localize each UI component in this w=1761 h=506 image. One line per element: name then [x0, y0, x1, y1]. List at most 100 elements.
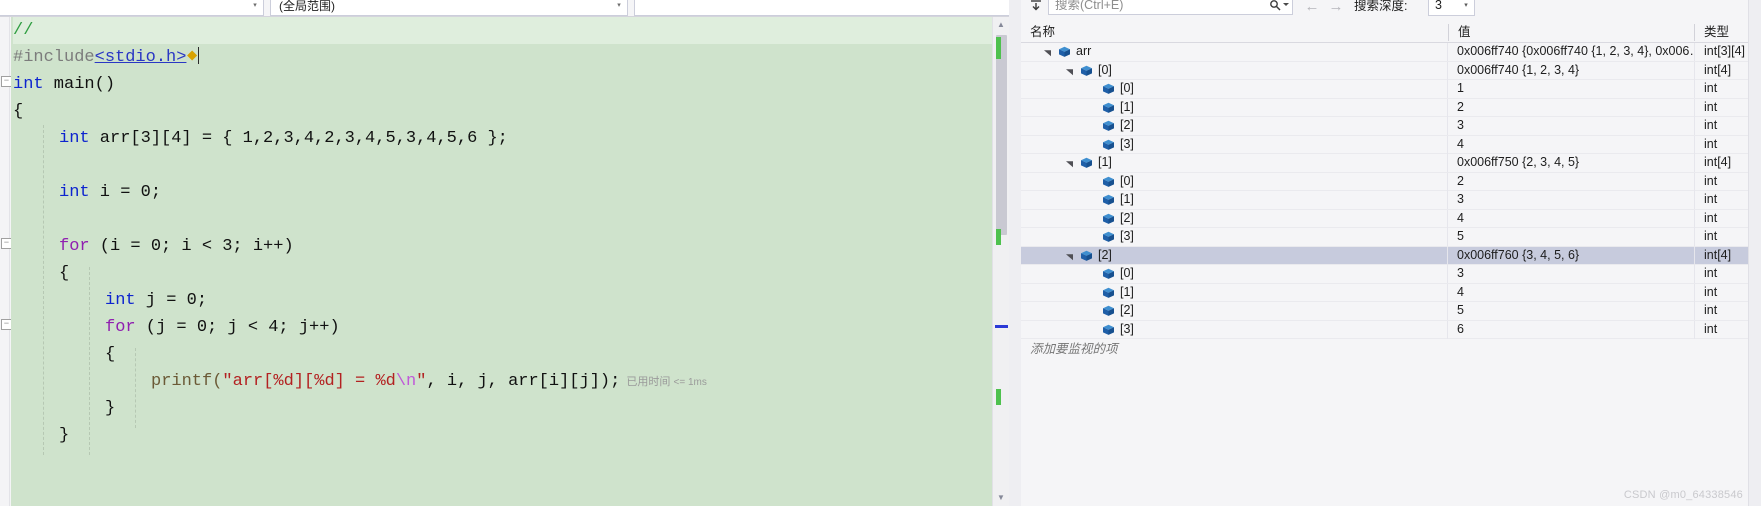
watch-row-name-cell[interactable]: [1] [1021, 99, 1447, 117]
watch-row-value[interactable]: 2 [1448, 99, 1694, 117]
watch-tree[interactable]: arr 0x006ff740 {0x006ff740 {1, 2, 3, 4}, … [1021, 43, 1761, 506]
watch-row-value[interactable]: 4 [1448, 210, 1694, 228]
watch-row-name: [0] [1098, 62, 1112, 77]
search-prev-icon[interactable]: ← [1302, 0, 1322, 16]
expander-triangle-icon[interactable] [1043, 48, 1052, 57]
watch-row-name-cell[interactable]: [0] [1021, 62, 1447, 80]
chevron-down-icon[interactable] [1283, 3, 1289, 6]
editor-gutter[interactable]: − − − [0, 17, 12, 506]
watch-row-name-cell[interactable]: [1] [1021, 284, 1447, 302]
code-token: int [13, 75, 44, 94]
watch-row-name-cell[interactable]: [0] [1021, 265, 1447, 283]
watch-row-name-cell[interactable]: [0] [1021, 80, 1447, 98]
table-row[interactable]: [0] 3 int [1021, 265, 1761, 284]
watch-row-name-cell[interactable]: [2] [1021, 210, 1447, 228]
watch-row-value[interactable]: 4 [1448, 284, 1694, 302]
code-line[interactable]: } [105, 395, 115, 422]
code-line[interactable]: printf("arr[%d][%d] = %d\n", i, j, arr[i… [151, 368, 707, 395]
watch-row-value[interactable]: 4 [1448, 136, 1694, 154]
code-line[interactable]: int arr[3][4] = { 1,2,3,4,2,3,4,5,3,4,5,… [59, 125, 508, 152]
watch-row-name-cell[interactable]: [2] [1021, 302, 1447, 320]
table-row[interactable]: [3] 4 int [1021, 135, 1761, 154]
watch-column-headers: 名称 值 类型 [1021, 22, 1761, 43]
watch-row-name: [3] [1120, 136, 1134, 151]
watch-row-value[interactable]: 0x006ff740 {1, 2, 3, 4} [1448, 62, 1694, 80]
watch-row-value[interactable]: 5 [1448, 302, 1694, 320]
watch-row-value[interactable]: 0x006ff760 {3, 4, 5, 6} [1448, 247, 1694, 265]
code-line[interactable]: for (j = 0; j < 4; j++) [105, 314, 340, 341]
table-row[interactable]: [2] 0x006ff760 {3, 4, 5, 6} int[4] [1021, 246, 1761, 265]
visual-studio-debug-window: ▾ (全局范围) ▾ ▾ − − − //#include<stdio.h>⯁i… [0, 0, 1761, 506]
search-input[interactable] [1049, 0, 1266, 14]
expander-triangle-icon[interactable] [1065, 252, 1074, 261]
search-next-icon[interactable]: → [1326, 0, 1346, 16]
table-row[interactable]: [1] 3 int [1021, 191, 1761, 210]
table-row[interactable]: [0] 2 int [1021, 172, 1761, 191]
code-line[interactable]: { [105, 341, 115, 368]
table-row[interactable]: arr 0x006ff740 {0x006ff740 {1, 2, 3, 4}, … [1021, 43, 1761, 62]
indent-guide [135, 348, 136, 428]
column-header-value[interactable]: 值 [1449, 22, 1694, 42]
editor-vertical-scrollbar[interactable]: ▲ ▼ [992, 17, 1009, 506]
collapse-all-icon[interactable] [1026, 0, 1045, 16]
watch-row-value[interactable]: 2 [1448, 173, 1694, 191]
watch-row-name: [0] [1120, 173, 1134, 188]
code-line[interactable]: int i = 0; [59, 179, 161, 206]
code-line[interactable]: for (i = 0; i < 3; i++) [59, 233, 294, 260]
table-row[interactable]: [1] 4 int [1021, 283, 1761, 302]
watch-row-value[interactable]: 1 [1448, 80, 1694, 98]
search-icon[interactable] [1266, 0, 1292, 11]
code-line[interactable]: // [13, 17, 992, 44]
expander-triangle-icon[interactable] [1065, 159, 1074, 168]
watch-row-name-cell[interactable]: [2] [1021, 247, 1447, 265]
watch-row-value[interactable]: 5 [1448, 228, 1694, 246]
watch-row-value[interactable]: 3 [1448, 117, 1694, 135]
project-dropdown[interactable]: ▾ [0, 0, 264, 16]
expander-triangle-icon[interactable] [1065, 67, 1074, 76]
table-row[interactable]: [1] 2 int [1021, 98, 1761, 117]
code-surface[interactable]: //#include<stdio.h>⯁ int main(){int arr[3… [11, 17, 992, 506]
pane-splitter[interactable] [1009, 0, 1021, 506]
code-line[interactable]: int j = 0; [105, 287, 207, 314]
scrollbar-thumb[interactable] [996, 35, 1007, 235]
watch-row-value[interactable]: 3 [1448, 191, 1694, 209]
table-row[interactable]: [2] 5 int [1021, 302, 1761, 321]
scroll-down-icon[interactable]: ▼ [993, 490, 1009, 506]
table-row[interactable]: [2] 4 int [1021, 209, 1761, 228]
add-watch-item-row[interactable]: 添加要监视的项 [1021, 341, 1447, 359]
code-line[interactable]: { [13, 98, 23, 125]
member-dropdown[interactable]: ▾ [634, 0, 1020, 16]
table-row[interactable]: [3] 5 int [1021, 228, 1761, 247]
table-row[interactable]: [3] 6 int [1021, 320, 1761, 339]
watch-row-name-cell[interactable]: [3] [1021, 321, 1447, 339]
variable-cube-icon [1102, 139, 1115, 151]
table-row[interactable]: [2] 3 int [1021, 117, 1761, 136]
code-line[interactable]: #include<stdio.h>⯁ [13, 44, 199, 71]
table-row[interactable]: [0] 1 int [1021, 80, 1761, 99]
watch-row-name-cell[interactable]: [1] [1021, 191, 1447, 209]
right-dock-strip[interactable] [1748, 0, 1761, 506]
code-line[interactable]: int main() [13, 71, 115, 98]
search-depth-selector[interactable]: 3 ▾ [1428, 0, 1475, 16]
watch-row-value[interactable]: 3 [1448, 265, 1694, 283]
variable-cube-icon [1102, 194, 1115, 206]
watch-row-name-cell[interactable]: [3] [1021, 228, 1447, 246]
scope-dropdown[interactable]: (全局范围) ▾ [270, 0, 628, 16]
watch-row-value[interactable]: 0x006ff740 {0x006ff740 {1, 2, 3, 4}, 0x0… [1448, 43, 1694, 61]
watch-row-name-cell[interactable]: arr [1021, 43, 1447, 61]
watch-row-name-cell[interactable]: [0] [1021, 173, 1447, 191]
watch-toolbar: ← → 搜索深度: 3 ▾ [1021, 0, 1761, 22]
watch-row-name-cell[interactable]: [3] [1021, 136, 1447, 154]
scroll-up-icon[interactable]: ▲ [993, 17, 1009, 33]
quick-actions-icon[interactable]: ⯁ [186, 49, 197, 65]
column-header-name[interactable]: 名称 [1021, 22, 1448, 42]
watch-row-name-cell[interactable]: [2] [1021, 117, 1447, 135]
watch-search-box[interactable] [1048, 0, 1293, 15]
watch-row-name-cell[interactable]: [1] [1021, 154, 1447, 172]
table-row[interactable]: [0] 0x006ff740 {1, 2, 3, 4} int[4] [1021, 61, 1761, 80]
watch-row-value[interactable]: 0x006ff750 {2, 3, 4, 5} [1448, 154, 1694, 172]
watch-row-value[interactable]: 6 [1448, 321, 1694, 339]
code-line[interactable]: { [59, 260, 69, 287]
table-row[interactable]: [1] 0x006ff750 {2, 3, 4, 5} int[4] [1021, 154, 1761, 173]
code-line[interactable]: } [59, 422, 69, 449]
